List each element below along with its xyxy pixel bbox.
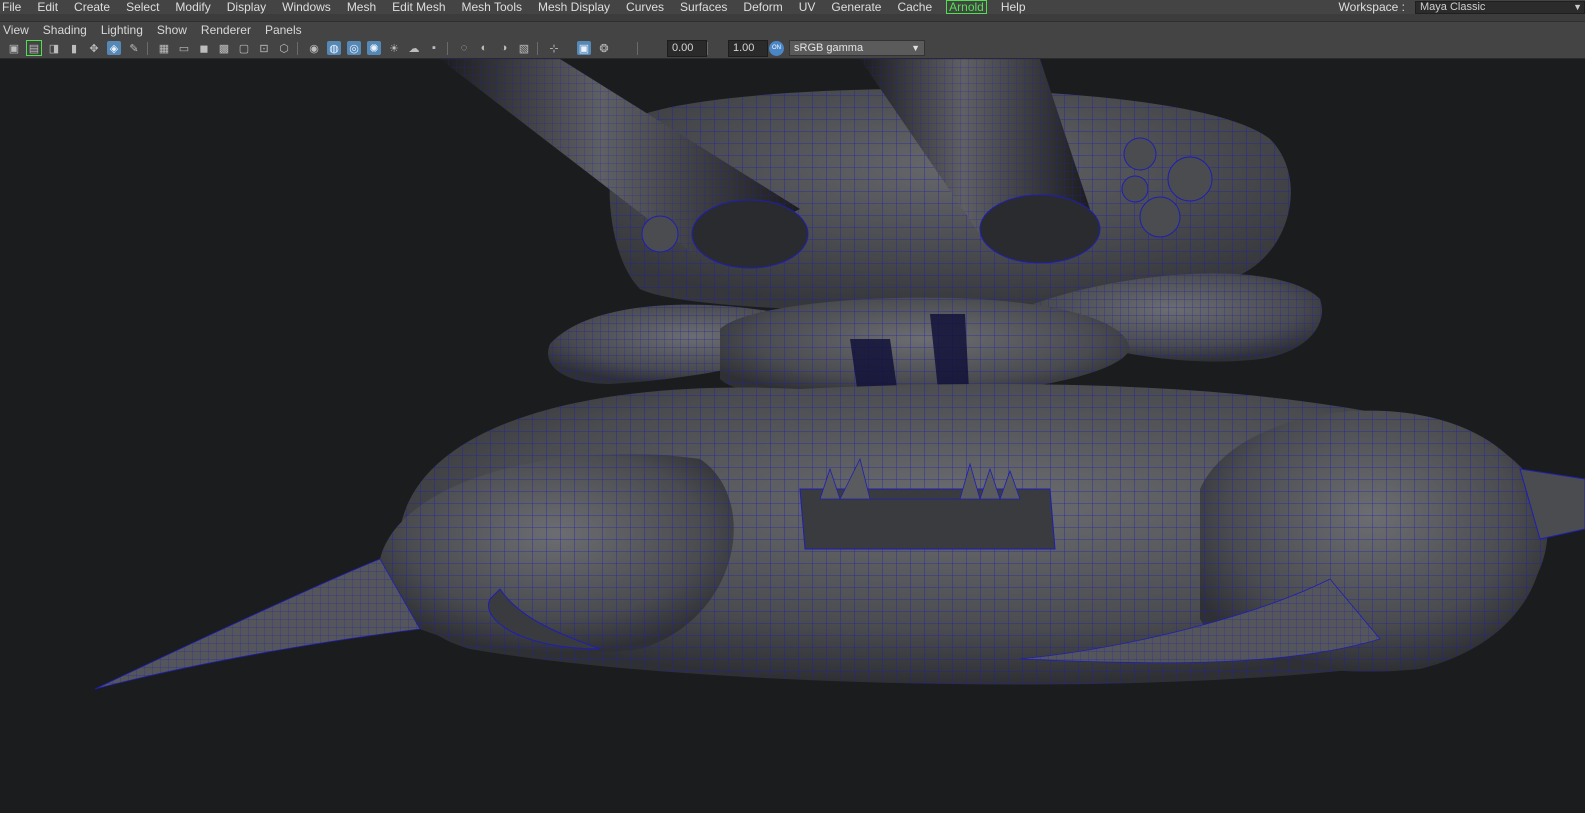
safe-title-icon[interactable]: ⊡	[257, 41, 271, 55]
menu-generate[interactable]: Generate	[823, 0, 889, 14]
menu-file[interactable]: File	[0, 0, 29, 14]
mesh-render	[94, 59, 1585, 690]
panel-menu-renderer[interactable]: Renderer	[194, 22, 258, 39]
workspace-selector: Workspace : Maya Classic ▼	[1339, 0, 1585, 14]
chevron-down-icon: ▼	[911, 43, 920, 53]
menu-select[interactable]: Select	[118, 0, 167, 14]
exposure-icon[interactable]: ❂	[597, 41, 611, 55]
3d-viewport[interactable]	[0, 59, 1585, 813]
gate-mask-icon[interactable]: ◼	[197, 41, 211, 55]
safe-action-icon[interactable]: ▢	[237, 41, 251, 55]
resolution-gate-icon[interactable]: ▭	[177, 41, 191, 55]
menu-edit-mesh[interactable]: Edit Mesh	[384, 0, 453, 14]
panel-menu-panels[interactable]: Panels	[258, 22, 309, 39]
exposure-field[interactable]: 0.00	[667, 40, 707, 57]
menu-mesh-display[interactable]: Mesh Display	[530, 0, 618, 14]
panel-toolbar: 0.00 1.00 ON sRGB gamma ▼ ▣ ▤ ◨ ▮ ✥ ◈ ✎ ▦ ▭ ◼ ▩ ▢ ⊡ ⬡…	[0, 38, 1585, 59]
chevron-down-icon: ▼	[1573, 1, 1582, 12]
menu-curves[interactable]: Curves	[618, 0, 672, 14]
menu-edit[interactable]: Edit	[29, 0, 66, 14]
motion-blur-icon[interactable]: ◌	[457, 41, 471, 55]
menu-cache[interactable]: Cache	[889, 0, 940, 14]
toolbar-divider	[537, 42, 538, 55]
workspace-label: Workspace :	[1338, 0, 1405, 14]
lights-icon[interactable]: ☀	[387, 41, 401, 55]
wireframe-on-shaded-icon[interactable]: ◎	[347, 41, 361, 55]
textured-icon[interactable]: ✺	[367, 41, 381, 55]
use-default-material-icon[interactable]: ◍	[327, 41, 341, 55]
menu-display[interactable]: Display	[219, 0, 274, 14]
panel-menu-shading[interactable]: Shading	[36, 22, 94, 39]
field-chart-icon[interactable]: ▩	[217, 41, 231, 55]
panel-menu-show[interactable]: Show	[150, 22, 194, 39]
panel-menu-bar: View Shading Lighting Show Renderer Panels	[0, 21, 1585, 39]
hud-icon[interactable]: ▣	[577, 41, 591, 55]
film-gate-icon[interactable]: ◨	[47, 41, 61, 55]
shadows-icon[interactable]: ☁	[407, 41, 421, 55]
anti-aliasing-icon[interactable]: ◐	[477, 41, 491, 55]
shelf-separator	[0, 14, 1585, 21]
gamma-field[interactable]: 1.00	[728, 40, 768, 57]
toolbar-divider	[707, 42, 708, 55]
menu-windows[interactable]: Windows	[274, 0, 339, 14]
menu-deform[interactable]: Deform	[735, 0, 790, 14]
isolate-select-icon[interactable]: ▧	[517, 41, 531, 55]
xray-icon[interactable]: ◈	[107, 41, 121, 55]
menu-surfaces[interactable]: Surfaces	[672, 0, 735, 14]
menu-arnold[interactable]: Arnold	[946, 0, 987, 14]
menu-mesh[interactable]: Mesh	[339, 0, 384, 14]
panel-menu-view[interactable]: View	[0, 22, 36, 39]
color-space-dropdown[interactable]: sRGB gamma ▼	[789, 40, 925, 56]
menu-help[interactable]: Help	[993, 0, 1034, 14]
workspace-dropdown[interactable]: Maya Classic ▼	[1415, 0, 1585, 14]
xray-joints-icon[interactable]: ⊹	[547, 41, 561, 55]
menu-uv[interactable]: UV	[791, 0, 824, 14]
depth-of-field-icon[interactable]: ◑	[497, 41, 511, 55]
image-plane-icon[interactable]: ▤	[26, 40, 42, 56]
color-space-value: sRGB gamma	[794, 42, 864, 54]
color-management-icon[interactable]: ON	[769, 41, 784, 56]
grid-icon[interactable]: ▦	[157, 41, 171, 55]
menu-mesh-tools[interactable]: Mesh Tools	[454, 0, 530, 14]
panel-menu-lighting[interactable]: Lighting	[94, 22, 150, 39]
workspace-value: Maya Classic	[1420, 0, 1486, 13]
toolbar-divider	[637, 42, 638, 55]
ambient-occlusion-icon[interactable]: ▪	[427, 41, 441, 55]
camera-icon[interactable]: ▣	[7, 41, 21, 55]
wireframe-icon[interactable]: ⬡	[277, 41, 291, 55]
smooth-shade-icon[interactable]: ◉	[307, 41, 321, 55]
menu-create[interactable]: Create	[66, 0, 118, 14]
menu-modify[interactable]: Modify	[167, 0, 218, 14]
bookmark-icon[interactable]: ▮	[67, 41, 81, 55]
toolbar-divider	[147, 42, 148, 55]
grease-pencil-icon[interactable]: ✎	[127, 41, 141, 55]
toolbar-divider	[297, 42, 298, 55]
2d-pan-icon[interactable]: ✥	[87, 41, 101, 55]
toolbar-divider	[447, 42, 448, 55]
